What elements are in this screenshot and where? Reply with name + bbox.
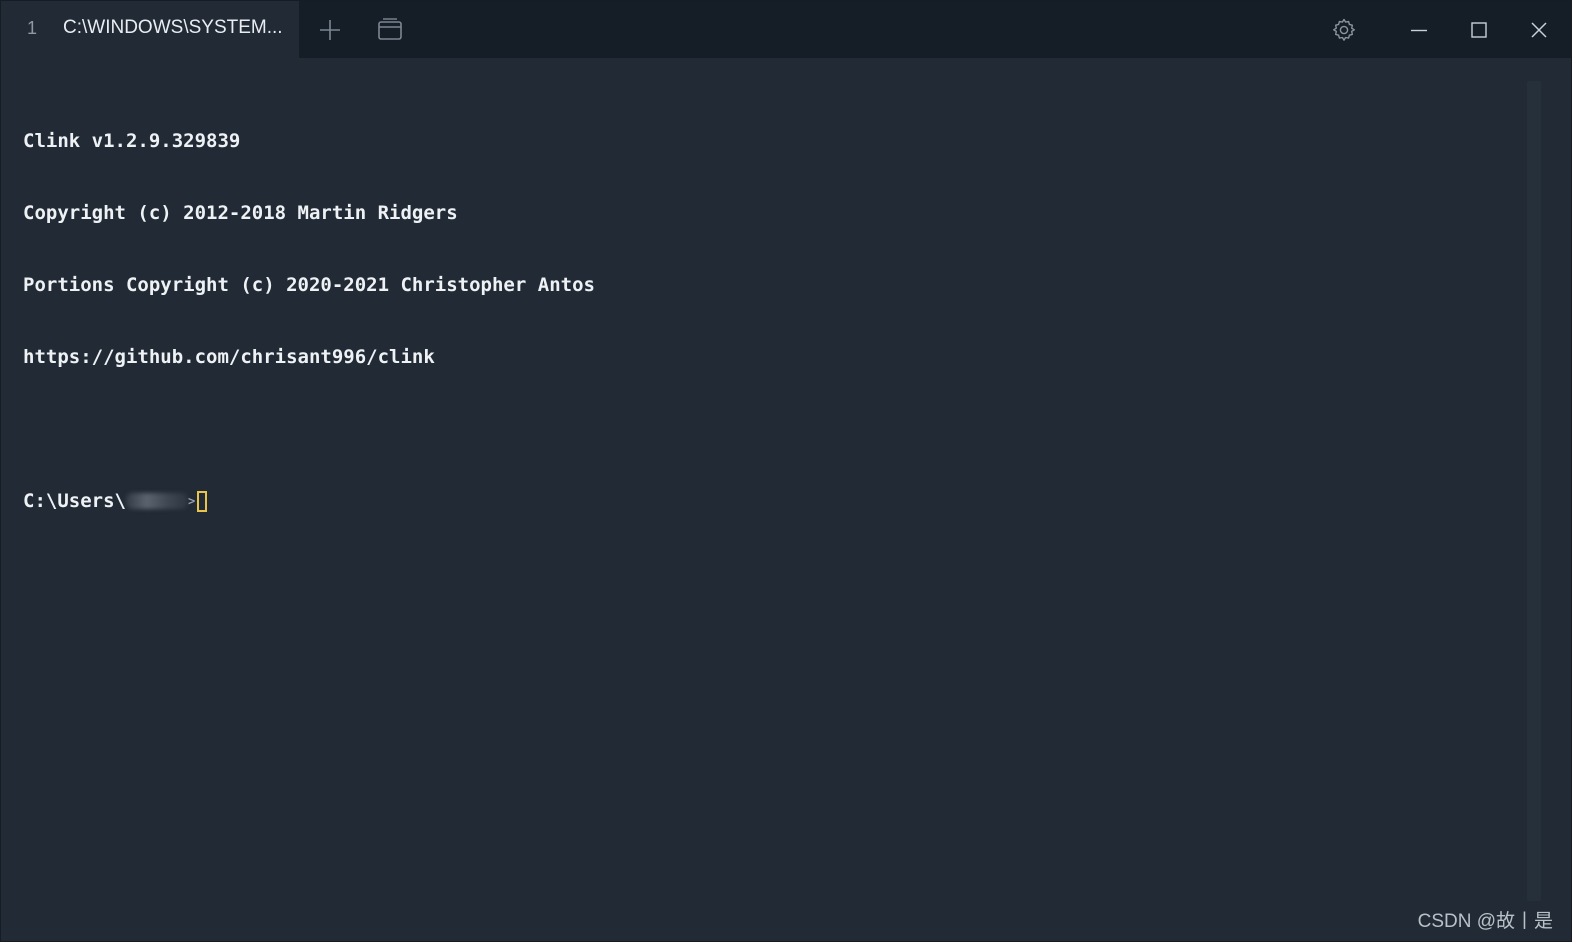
- terminal-output[interactable]: Clink v1.2.9.329839 Copyright (c) 2012-2…: [23, 81, 1513, 561]
- terminal-line: Clink v1.2.9.329839: [23, 130, 241, 152]
- tab-active[interactable]: 1 C:\WINDOWS\SYSTEM...: [1, 1, 299, 58]
- terminal-line: Portions Copyright (c) 2020-2021 Christo…: [23, 274, 595, 296]
- maximize-icon: [1471, 21, 1487, 38]
- terminal-window: 1 C:\WINDOWS\SYSTEM... Clink v1.2.9.3298…: [0, 0, 1572, 942]
- gear-icon: [1333, 18, 1355, 41]
- title-bar: 1 C:\WINDOWS\SYSTEM...: [1, 1, 1571, 58]
- redacted-username: [125, 493, 188, 509]
- new-window-button[interactable]: [360, 1, 420, 58]
- window-icon: [378, 17, 402, 40]
- minimize-icon: [1411, 29, 1427, 31]
- terminal-line: Copyright (c) 2012-2018 Martin Ridgers: [23, 202, 458, 224]
- terminal-line: https://github.com/chrisant996/clink: [23, 346, 435, 368]
- watermark: CSDN @故丨是: [1417, 911, 1553, 932]
- prompt-suffix: >: [187, 494, 196, 508]
- close-icon: [1531, 21, 1547, 38]
- settings-button[interactable]: [1314, 1, 1374, 58]
- plus-icon: [320, 19, 340, 40]
- prompt-path: C:\Users\: [23, 490, 126, 512]
- close-button[interactable]: [1509, 1, 1569, 58]
- command-prompt[interactable]: C:\Users\ >: [23, 489, 1513, 513]
- scrollbar[interactable]: [1527, 81, 1541, 901]
- tab-index: 1: [27, 18, 38, 38]
- text-cursor: [197, 490, 208, 512]
- tab-title: C:\WINDOWS\SYSTEM...: [63, 17, 283, 38]
- minimize-button[interactable]: [1389, 1, 1449, 58]
- new-tab-button[interactable]: [300, 1, 360, 58]
- maximize-button[interactable]: [1449, 1, 1509, 58]
